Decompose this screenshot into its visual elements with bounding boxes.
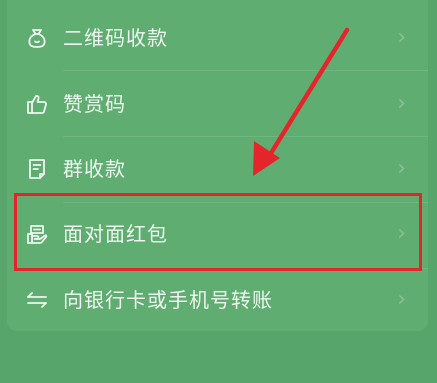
menu-item-face-to-face-red-packet[interactable]: 面对面红包 › [7,201,428,267]
chevron-right-icon: › [397,287,406,312]
menu-item-label: 二维码收款 [63,26,168,50]
money-bag-icon [25,26,49,50]
menu-item-group-collect[interactable]: 群收款 › [7,136,428,202]
menu-item-label: 群收款 [63,157,126,181]
chevron-right-icon: › [397,156,406,181]
chevron-right-icon: › [397,91,406,116]
red-packet-icon [25,222,49,246]
menu-item-label: 赞赏码 [63,92,126,116]
menu-item-qr-receive[interactable]: 二维码收款 › [7,5,428,71]
chevron-right-icon: › [397,25,406,50]
menu-item-transfer-to-bank-or-phone[interactable]: 向银行卡或手机号转账 › [7,267,428,333]
thumbs-up-icon [25,92,49,116]
menu-item-appreciation-code[interactable]: 赞赏码 › [7,71,428,137]
transfer-icon [25,288,49,312]
chevron-right-icon: › [397,221,406,246]
payment-menu-card: 二维码收款 › 赞赏码 › 群收款 › 面对面红包 › 向银行卡或手机号转账 › [7,0,428,331]
menu-item-label: 面对面红包 [63,222,168,246]
document-icon [25,157,49,181]
menu-item-label: 向银行卡或手机号转账 [63,288,273,312]
